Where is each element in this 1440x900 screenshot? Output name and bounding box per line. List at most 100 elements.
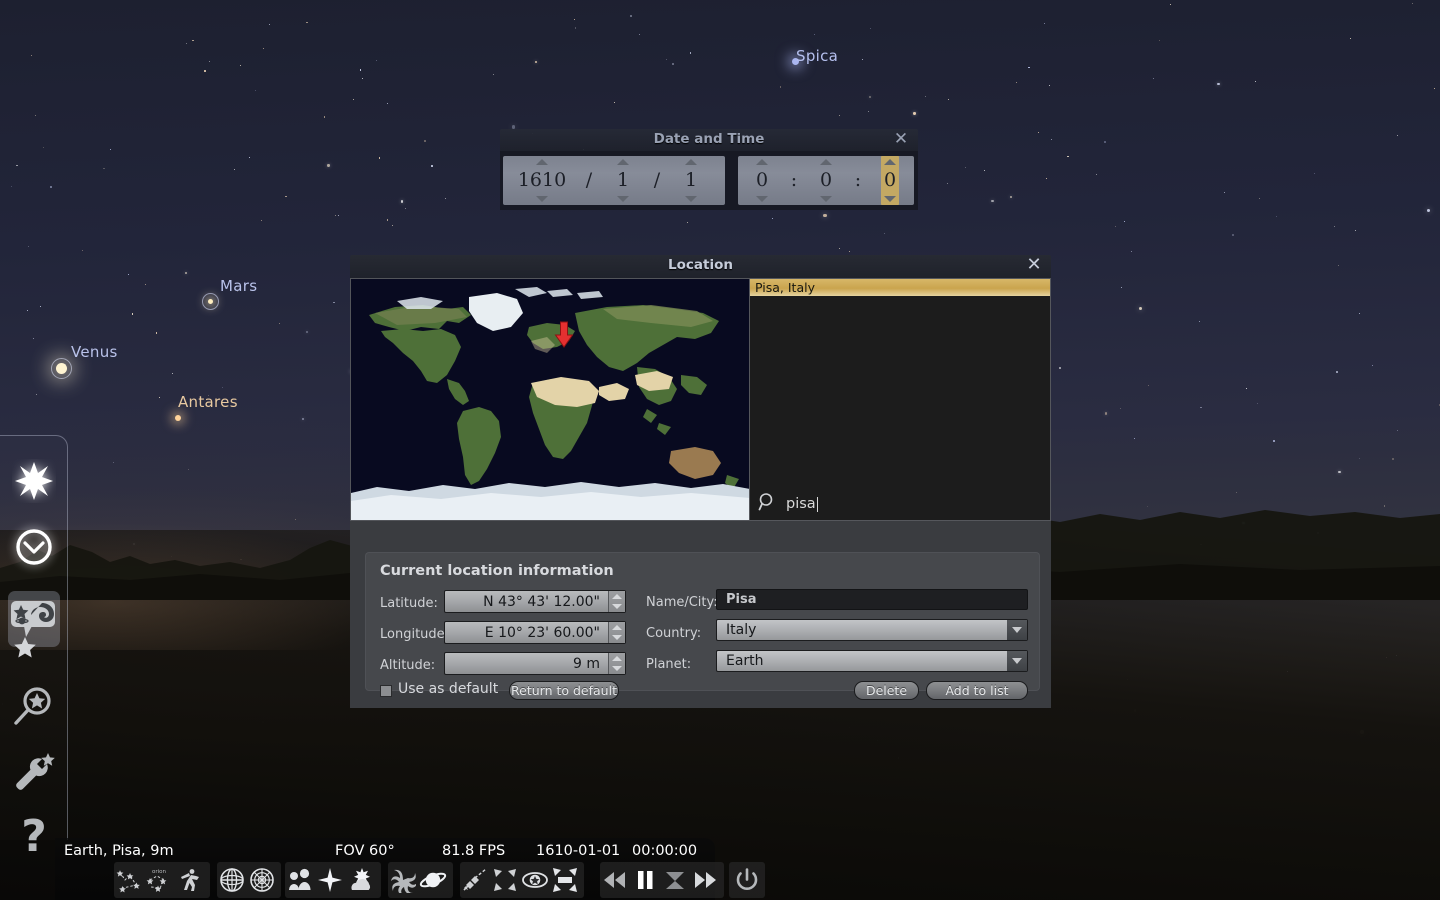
second-down-arrow[interactable]	[884, 196, 896, 202]
day-down-arrow[interactable]	[685, 196, 697, 202]
star	[208, 395, 210, 397]
minute-down-arrow[interactable]	[820, 196, 832, 202]
delete-button[interactable]: Delete	[854, 681, 919, 700]
toolbar-button-constellation-art[interactable]	[174, 863, 204, 897]
toolbar-button-pause-time[interactable]	[630, 863, 660, 897]
star	[262, 47, 265, 50]
name-city-label: Name/City:	[646, 595, 718, 610]
month-up-arrow[interactable]	[617, 159, 629, 165]
toolbar-button-fullscreen[interactable]	[550, 863, 580, 897]
day-spinner[interactable]: 1	[665, 156, 717, 205]
latitude-spinbox[interactable]: N 43° 43' 12.00"	[444, 590, 626, 613]
star	[1427, 208, 1431, 213]
use-as-default-checkbox[interactable]	[380, 685, 392, 697]
second-up-arrow[interactable]	[884, 159, 896, 165]
month-spinner[interactable]: 1	[597, 156, 649, 205]
toolbar-button-increase-time[interactable]	[690, 863, 720, 897]
toolbar-button-constellation-labels[interactable]: orion	[144, 863, 174, 897]
bottom-bar: Earth, Pisa, 9m FOV 60° 81.8 FPS 1610-01…	[55, 838, 765, 900]
toolbar-button-planet-labels[interactable]	[418, 863, 448, 897]
status-date: 1610-01-01	[536, 843, 621, 859]
date-separator-1: /	[585, 169, 593, 191]
country-select[interactable]: Italy	[716, 619, 1028, 641]
sidebar-item-search[interactable]	[6, 679, 62, 735]
toolbar-button-decrease-time[interactable]	[600, 863, 630, 897]
country-value: Italy	[726, 622, 757, 638]
chevron-down-icon[interactable]	[1007, 651, 1027, 671]
add-to-list-button[interactable]: Add to list	[926, 681, 1028, 700]
star	[1153, 78, 1155, 80]
star	[359, 68, 362, 71]
status-time: 00:00:00	[632, 843, 698, 859]
star	[110, 149, 112, 151]
star	[145, 284, 147, 286]
toolbar-button-set-time-now[interactable]	[660, 863, 690, 897]
star	[236, 291, 238, 293]
star	[392, 225, 394, 227]
location-dialog-close-icon[interactable]: ✕	[1025, 256, 1043, 274]
name-city-input[interactable]: Pisa	[716, 589, 1028, 610]
star	[666, 58, 668, 60]
sidebar-item-datetime[interactable]	[6, 519, 62, 575]
toolbar-group-time	[600, 862, 724, 898]
year-up-arrow[interactable]	[536, 159, 548, 165]
month-down-arrow[interactable]	[617, 196, 629, 202]
longitude-spinbox[interactable]: E 10° 23' 60.00"	[444, 621, 626, 644]
location-list[interactable]: Pisa, Italy pisa	[749, 278, 1051, 521]
star	[1158, 39, 1161, 42]
toolbar-button-center-object[interactable]	[490, 863, 520, 897]
minute-up-arrow[interactable]	[820, 159, 832, 165]
day-up-arrow[interactable]	[685, 159, 697, 165]
datetime-dialog-body: 1610 / 1 / 1 0: 0: 0	[500, 151, 918, 210]
star	[639, 34, 641, 36]
altitude-spinbox[interactable]: 9 m	[444, 652, 626, 675]
latitude-label: Latitude:	[380, 596, 438, 611]
star	[884, 233, 886, 235]
toolbar-button-constellation-lines[interactable]	[114, 863, 144, 897]
hour-down-arrow[interactable]	[756, 196, 768, 202]
star	[1396, 134, 1399, 137]
toolbar-button-atmosphere[interactable]	[345, 863, 375, 897]
toolbar-button-azimuthal-grid[interactable]	[247, 863, 277, 897]
minute-spinner[interactable]: 0	[802, 156, 850, 205]
datetime-dialog-close-icon[interactable]: ✕	[892, 130, 910, 148]
star	[337, 215, 339, 217]
toolbar-button-equatorial-mount[interactable]	[460, 863, 490, 897]
star	[1015, 81, 1017, 83]
toolbar-button-cardinal-points[interactable]	[315, 863, 345, 897]
latitude-value: N 43° 43' 12.00"	[483, 593, 600, 610]
second-spinner[interactable]: 0	[866, 156, 914, 205]
toolbar-button-night-mode[interactable]	[520, 863, 550, 897]
sidebar-item-help[interactable]: ?	[6, 811, 62, 867]
sidebar-item-location[interactable]	[6, 453, 62, 509]
hour-spinner[interactable]: 0	[738, 156, 786, 205]
world-map[interactable]	[350, 278, 751, 521]
star	[1148, 385, 1150, 387]
location-list-item-selected[interactable]: Pisa, Italy	[750, 279, 1050, 296]
chevron-down-icon[interactable]	[1007, 620, 1027, 640]
toolbar-button-quit[interactable]	[729, 863, 765, 897]
year-spinner[interactable]: 1610	[503, 156, 581, 205]
location-dialog: Location ✕ Pisa, Italy pisa Current loca…	[350, 255, 1051, 708]
toolbar-button-ground[interactable]	[285, 863, 315, 897]
planet-select[interactable]: Earth	[716, 650, 1028, 672]
toolbar-button-nebulas[interactable]	[388, 863, 418, 897]
longitude-stepper[interactable]	[608, 622, 625, 643]
hour-up-arrow[interactable]	[756, 159, 768, 165]
star	[188, 468, 190, 470]
year-down-arrow[interactable]	[536, 196, 548, 202]
datetime-dialog-titlebar[interactable]: Date and Time ✕	[500, 129, 918, 151]
location-search-row[interactable]: pisa	[750, 488, 1050, 520]
sidebar-item-config[interactable]	[6, 744, 62, 800]
altitude-stepper[interactable]	[608, 653, 625, 674]
location-dialog-body: Pisa, Italy pisa Current location inform…	[350, 278, 1051, 708]
return-to-default-button[interactable]: Return to default	[509, 681, 619, 700]
star	[306, 21, 308, 24]
location-dialog-titlebar[interactable]: Location ✕	[350, 255, 1051, 278]
longitude-value: E 10° 23' 60.00"	[484, 624, 600, 641]
location-search-input[interactable]: pisa	[786, 496, 816, 512]
star	[1045, 177, 1048, 180]
latitude-stepper[interactable]	[608, 591, 625, 612]
toolbar-button-equatorial-grid[interactable]	[217, 863, 247, 897]
star	[1104, 412, 1108, 415]
